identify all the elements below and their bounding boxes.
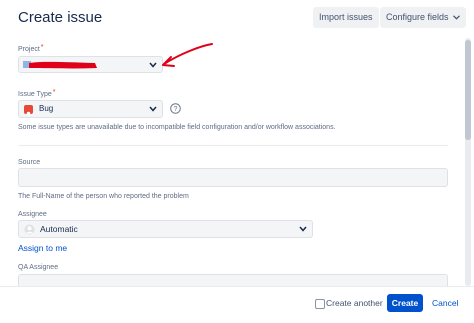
- section-divider: [18, 145, 448, 146]
- create-another-label[interactable]: Create another: [326, 298, 383, 308]
- configure-fields-label: Configure fields: [386, 12, 449, 22]
- source-label: Source: [18, 159, 41, 166]
- project-label-text: Project: [18, 46, 40, 53]
- footer-divider: [0, 286, 474, 287]
- assignee-value: Automatic: [40, 224, 78, 234]
- assignee-label: Assignee: [18, 211, 47, 218]
- configure-fields-button[interactable]: Configure fields: [380, 7, 467, 28]
- chevron-down-icon: [149, 62, 157, 68]
- required-mark: *: [52, 89, 56, 96]
- annotation-arrow-icon: [162, 43, 213, 67]
- chevron-down-icon: [149, 106, 157, 112]
- bug-icon: [24, 105, 33, 116]
- source-input[interactable]: [18, 168, 448, 187]
- qa-assignee-select[interactable]: [18, 274, 448, 286]
- dialog-title: Create issue: [18, 9, 103, 26]
- help-icon[interactable]: ?: [170, 103, 181, 114]
- qa-assignee-label: QA Assignee: [18, 264, 59, 271]
- svg-text:?: ?: [174, 106, 178, 113]
- issue-type-select[interactable]: Bug: [18, 100, 163, 118]
- assign-to-me-link[interactable]: Assign to me: [18, 243, 67, 253]
- project-select[interactable]: [18, 56, 163, 73]
- required-mark: *: [40, 44, 44, 51]
- create-button[interactable]: Create: [387, 294, 423, 312]
- issue-type-label: Issue Type*: [18, 89, 56, 98]
- scrollbar-thumb[interactable]: [465, 40, 471, 140]
- assignee-select[interactable]: Automatic: [18, 220, 313, 238]
- source-help-text: The Full-Name of the person who reported…: [18, 193, 189, 200]
- create-another-checkbox[interactable]: [315, 299, 325, 309]
- chevron-down-icon: [299, 226, 307, 232]
- cancel-button[interactable]: Cancel: [432, 298, 458, 308]
- issue-type-value: Bug: [39, 104, 54, 113]
- project-label: Project*: [18, 44, 44, 53]
- issue-type-label-text: Issue Type: [18, 91, 52, 98]
- redaction-scribble: [23, 61, 97, 69]
- import-issues-button[interactable]: Import issues: [313, 7, 379, 28]
- issue-type-note: Some issue types are unavailable due to …: [18, 124, 336, 131]
- chevron-down-icon: [453, 15, 460, 20]
- avatar-icon: [24, 224, 35, 235]
